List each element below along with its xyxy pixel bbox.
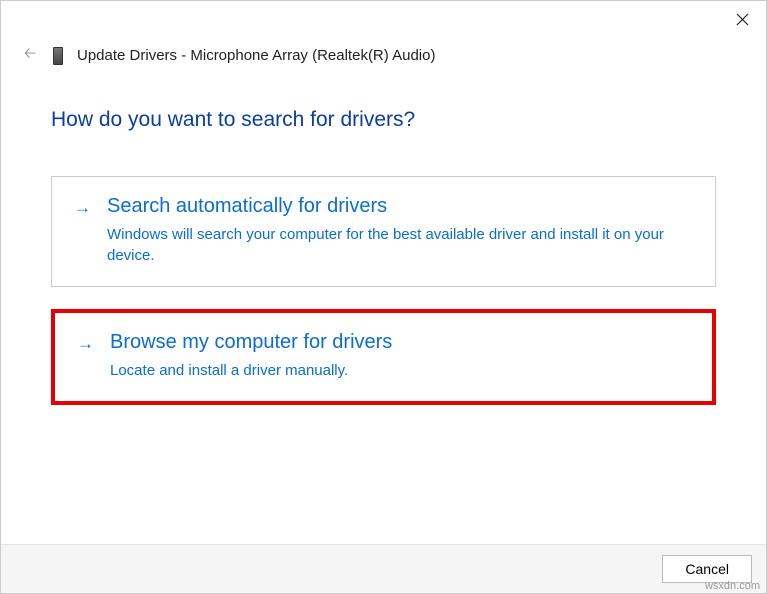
titlebar	[1, 1, 766, 37]
option-search-automatically[interactable]: → Search automatically for drivers Windo…	[51, 176, 716, 287]
option-browse-computer[interactable]: → Browse my computer for drivers Locate …	[51, 309, 716, 405]
cancel-button[interactable]: Cancel	[662, 555, 752, 583]
watermark: wsxdn.com	[705, 580, 760, 592]
option-body: Search automatically for drivers Windows…	[107, 195, 693, 266]
arrow-right-icon: →	[74, 198, 91, 218]
option-body: Browse my computer for drivers Locate an…	[110, 331, 690, 381]
back-button[interactable]: 🡠	[21, 43, 39, 68]
arrow-right-icon: →	[77, 334, 94, 354]
footer: Cancel	[1, 544, 766, 593]
close-icon	[736, 13, 749, 26]
option-title: Browse my computer for drivers	[110, 331, 690, 354]
close-button[interactable]	[732, 9, 752, 29]
option-title: Search automatically for drivers	[107, 195, 693, 218]
content-area: How do you want to search for drivers? →…	[1, 68, 766, 544]
wizard-title: Update Drivers - Microphone Array (Realt…	[77, 47, 435, 64]
option-description: Locate and install a driver manually.	[110, 360, 690, 381]
option-description: Windows will search your computer for th…	[107, 224, 693, 266]
device-icon	[53, 47, 63, 65]
wizard-header: 🡠 Update Drivers - Microphone Array (Rea…	[1, 37, 766, 68]
page-question: How do you want to search for drivers?	[51, 108, 716, 132]
back-arrow-icon: 🡠	[24, 43, 36, 68]
